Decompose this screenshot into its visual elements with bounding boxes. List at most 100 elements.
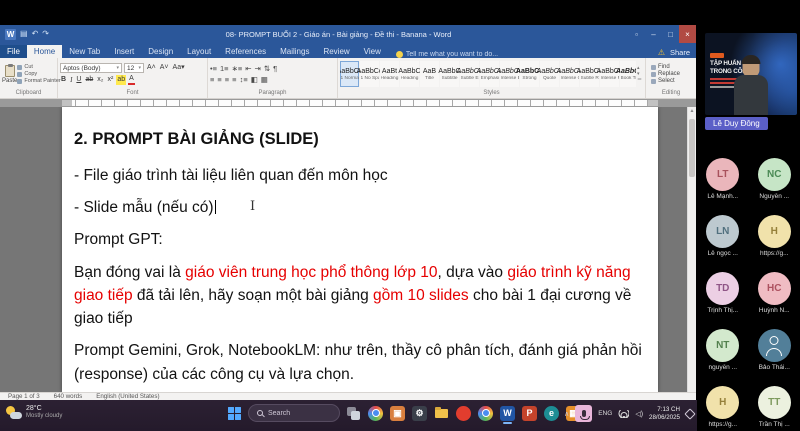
file-explorer-icon[interactable] bbox=[434, 406, 449, 421]
multilevel-list-button[interactable]: ∗≡ bbox=[232, 64, 243, 73]
font-color-button[interactable]: A bbox=[128, 75, 135, 85]
format-painter-button[interactable]: Format Painter bbox=[17, 78, 60, 84]
paste-button[interactable]: Paste bbox=[2, 59, 17, 89]
record-icon[interactable] bbox=[456, 406, 471, 421]
ribbon-tab-home[interactable]: Home bbox=[27, 45, 62, 58]
bullets-button[interactable]: •≡ bbox=[210, 64, 217, 73]
doc-paragraph[interactable]: Bạn đóng vai là giáo viên trung học phổ … bbox=[74, 261, 646, 331]
clock[interactable]: 7:13 CH 28/06/2025 bbox=[649, 406, 680, 420]
participant-tile[interactable]: TDTrịnh Thị... bbox=[699, 272, 747, 314]
line-spacing-button[interactable]: ↕≡ bbox=[240, 75, 248, 84]
settings-icon[interactable]: ⚙ bbox=[412, 406, 427, 421]
close-button[interactable]: × bbox=[679, 25, 696, 43]
scroll-up-icon[interactable]: ▲ bbox=[688, 107, 696, 115]
cut-button[interactable]: Cut bbox=[17, 64, 60, 70]
ribbon-tab-mailings[interactable]: Mailings bbox=[273, 45, 316, 58]
share-button[interactable]: Share bbox=[670, 48, 690, 57]
doc-paragraph[interactable]: - Slide mẫu (nếu có) bbox=[74, 196, 646, 219]
ribbon-tab-insert[interactable]: Insert bbox=[107, 45, 141, 58]
numbering-button[interactable]: 1≡ bbox=[220, 64, 229, 73]
participant-tile[interactable]: NTnguyễn ... bbox=[699, 329, 747, 371]
replace-button[interactable]: Replace bbox=[651, 71, 694, 77]
style-title[interactable]: AaBTitle bbox=[420, 61, 439, 87]
horizontal-ruler[interactable] bbox=[0, 99, 696, 107]
subscript-button[interactable]: x₂ bbox=[96, 75, 104, 85]
styles-gallery-scroll[interactable]: ▴▾＝ bbox=[636, 59, 643, 89]
save-button[interactable]: ▤ bbox=[20, 30, 28, 38]
borders-button[interactable]: ▦ bbox=[261, 75, 268, 84]
ribbon-display-options-button[interactable]: ▫ bbox=[628, 25, 645, 43]
language-switcher[interactable]: ENG bbox=[598, 410, 612, 417]
page-indicator[interactable]: Page 1 of 3 bbox=[8, 393, 40, 400]
ribbon-tab-review[interactable]: Review bbox=[316, 45, 356, 58]
bold-button[interactable]: B bbox=[60, 75, 67, 85]
justify-button[interactable]: ≡ bbox=[232, 75, 236, 84]
start-button[interactable] bbox=[227, 406, 242, 421]
speaker-video-tile[interactable]: TẬP HUẤN ỨNG TRONG CÔNG V bbox=[705, 33, 797, 115]
undo-button[interactable]: ↶ bbox=[32, 30, 39, 38]
doc-paragraph[interactable]: 2. PROMPT BÀI GIẢNG (SLIDE) bbox=[74, 127, 646, 152]
font-name-select[interactable]: Aptos (Body)▾ bbox=[60, 63, 122, 73]
style-1-no-spac-[interactable]: AaBbCc1 No Spac... bbox=[360, 61, 379, 87]
style-heading-1[interactable]: AaBtHeading 1 bbox=[380, 61, 399, 87]
grow-font-button[interactable]: A˄ bbox=[146, 63, 157, 73]
word-count[interactable]: 640 words bbox=[54, 393, 83, 400]
style-heading-2[interactable]: AaBbCHeading 2 bbox=[400, 61, 419, 87]
ribbon-tab-references[interactable]: References bbox=[218, 45, 273, 58]
participant-tile[interactable]: TTTrần Thị ... bbox=[750, 386, 798, 428]
volume-icon[interactable]: ◁) bbox=[635, 410, 643, 418]
shrink-font-button[interactable]: A˅ bbox=[159, 63, 170, 73]
align-center-button[interactable]: ≡ bbox=[217, 75, 221, 84]
ribbon-tab-design[interactable]: Design bbox=[141, 45, 180, 58]
microsoft-store-icon[interactable]: ▣ bbox=[390, 406, 405, 421]
participant-tile[interactable]: Bảo Thái... bbox=[750, 329, 798, 371]
italic-button[interactable]: I bbox=[69, 75, 73, 85]
superscript-button[interactable]: x² bbox=[106, 75, 114, 85]
ribbon-tab-view[interactable]: View bbox=[357, 45, 388, 58]
change-case-button[interactable]: Aa▾ bbox=[172, 63, 186, 73]
ribbon-tab-layout[interactable]: Layout bbox=[180, 45, 218, 58]
task-view-icon[interactable] bbox=[346, 406, 361, 421]
copy-button[interactable]: Copy bbox=[17, 71, 60, 77]
document-page[interactable]: 2. PROMPT BÀI GIẢNG (SLIDE) - File giáo t… bbox=[62, 107, 658, 392]
minimize-button[interactable]: – bbox=[645, 25, 662, 43]
select-button[interactable]: Select bbox=[651, 78, 694, 84]
tray-expand-icon[interactable]: ∧ bbox=[564, 410, 569, 418]
ribbon-tab-new-tab[interactable]: New Tab bbox=[62, 45, 107, 58]
underline-button[interactable]: U bbox=[75, 75, 82, 85]
redo-button[interactable]: ↷ bbox=[42, 30, 49, 38]
taskbar-search[interactable]: Search bbox=[248, 404, 340, 422]
participant-tile[interactable]: HCHuỳnh N... bbox=[750, 272, 798, 314]
decrease-indent-button[interactable]: ⇤ bbox=[245, 64, 251, 73]
participant-tile[interactable]: NCNguyễn ... bbox=[750, 158, 798, 200]
sort-button[interactable]: ⇅ bbox=[264, 64, 270, 73]
participant-tile[interactable]: LNLê ngọc ... bbox=[699, 215, 747, 257]
powerpoint-icon[interactable]: P bbox=[522, 406, 537, 421]
doc-paragraph[interactable]: Prompt Gemini, Grok, NotebookLM: như trê… bbox=[74, 339, 646, 386]
participant-tile[interactable]: Hhttps://g... bbox=[750, 215, 798, 257]
microphone-indicator[interactable] bbox=[575, 405, 592, 422]
show-paragraph-marks-button[interactable]: ¶ bbox=[273, 64, 277, 73]
chrome-icon[interactable] bbox=[478, 406, 493, 421]
language-indicator[interactable]: English (United States) bbox=[96, 393, 159, 400]
maximize-button[interactable]: □ bbox=[662, 25, 679, 43]
edge-dev-icon[interactable]: e bbox=[544, 406, 559, 421]
doc-paragraph[interactable]: - File giáo trình tài liệu liên quan đến… bbox=[74, 164, 646, 187]
increase-indent-button[interactable]: ⇥ bbox=[255, 64, 261, 73]
vertical-scrollbar[interactable]: ▲ bbox=[687, 107, 696, 392]
find-button[interactable]: Find bbox=[651, 64, 694, 70]
style-book-title[interactable]: AaBbCcBook Title bbox=[620, 61, 636, 87]
tell-me-box[interactable]: Tell me what you want to do... bbox=[388, 51, 652, 58]
highlight-color-button[interactable]: ab bbox=[116, 75, 126, 85]
font-size-select[interactable]: 12▾ bbox=[124, 63, 144, 73]
weather-widget[interactable]: 28°C Mostly cloudy bbox=[6, 405, 62, 419]
doc-paragraph[interactable]: Prompt GPT: bbox=[74, 228, 646, 251]
strikethrough-button[interactable]: ab bbox=[84, 75, 94, 85]
word-icon[interactable]: W bbox=[500, 406, 515, 421]
scrollbar-thumb[interactable] bbox=[689, 119, 695, 177]
align-left-button[interactable]: ≡ bbox=[210, 75, 214, 84]
participant-tile[interactable]: Hhttps://g... bbox=[699, 386, 747, 428]
wifi-icon[interactable] bbox=[618, 410, 629, 418]
align-right-button[interactable]: ≡ bbox=[225, 75, 229, 84]
shading-button[interactable]: ◧ bbox=[251, 75, 258, 84]
